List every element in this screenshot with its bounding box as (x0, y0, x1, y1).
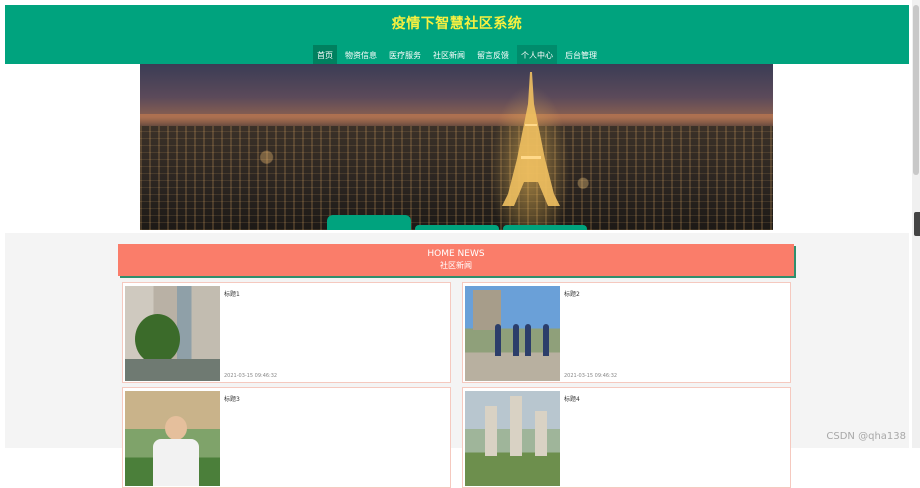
thumbnail-person (543, 324, 549, 356)
news-title[interactable]: 标题4 (564, 394, 580, 403)
nav-item-supplies[interactable]: 物资信息 (341, 45, 381, 65)
site-title: 疫情下智慧社区系统 (391, 16, 523, 32)
banner-tabs (327, 215, 587, 230)
watermark: CSDN @qha138 (826, 431, 906, 442)
banner-tab-1[interactable] (327, 215, 411, 230)
news-thumbnail[interactable] (465, 391, 560, 486)
news-card-4[interactable]: 标题4 (462, 387, 791, 488)
thumbnail-person (495, 324, 501, 356)
eiffel-tower-icon (502, 72, 560, 206)
thumbnail-shirt (153, 439, 199, 486)
news-card-2[interactable]: 标题2 2021-03-15 09:46:32 (462, 282, 791, 383)
news-heading-en: HOME NEWS (427, 249, 485, 259)
banner-tab-3[interactable] (503, 225, 587, 230)
nav-item-medical[interactable]: 医疗服务 (385, 45, 425, 65)
side-float-tab[interactable] (914, 212, 920, 236)
nav-item-feedback[interactable]: 留言反馈 (473, 45, 513, 65)
news-thumbnail[interactable] (125, 391, 220, 486)
news-thumbnail[interactable] (465, 286, 560, 381)
news-section-header: HOME NEWS 社区新闻 (118, 244, 794, 276)
hero-banner-image (140, 64, 773, 230)
nav-item-profile[interactable]: 个人中心 (517, 45, 557, 65)
news-card-3[interactable]: 标题3 (122, 387, 451, 488)
news-card-1[interactable]: 标题1 2021-03-15 09:46:32 (122, 282, 451, 383)
scrollbar-thumb[interactable] (913, 5, 919, 175)
nav-item-home[interactable]: 首页 (313, 45, 337, 65)
site-header: 疫情下智慧社区系统 首页 物资信息 医疗服务 社区新闻 留言反馈 个人中心 后台… (5, 5, 909, 65)
news-heading-zh: 社区新闻 (440, 261, 472, 270)
news-title[interactable]: 标题1 (224, 289, 240, 298)
thumbnail-ground (125, 359, 220, 381)
main-nav: 首页 物资信息 医疗服务 社区新闻 留言反馈 个人中心 后台管理 (5, 45, 909, 65)
thumbnail-person (513, 324, 519, 356)
thumbnail-face (165, 416, 187, 440)
thumbnail-person (525, 324, 531, 356)
news-thumbnail[interactable] (125, 286, 220, 381)
thumbnail-tower (510, 396, 522, 456)
thumbnail-tower (535, 411, 547, 456)
thumbnail-tower (485, 406, 497, 456)
banner-tab-2[interactable] (415, 225, 499, 230)
news-title[interactable]: 标题3 (224, 394, 240, 403)
news-date: 2021-03-15 09:46:32 (564, 373, 618, 379)
thumbnail-tree (135, 314, 180, 364)
news-title[interactable]: 标题2 (564, 289, 580, 298)
nav-item-news[interactable]: 社区新闻 (429, 45, 469, 65)
nav-item-admin[interactable]: 后台管理 (561, 45, 601, 65)
news-date: 2021-03-15 09:46:32 (224, 373, 278, 379)
